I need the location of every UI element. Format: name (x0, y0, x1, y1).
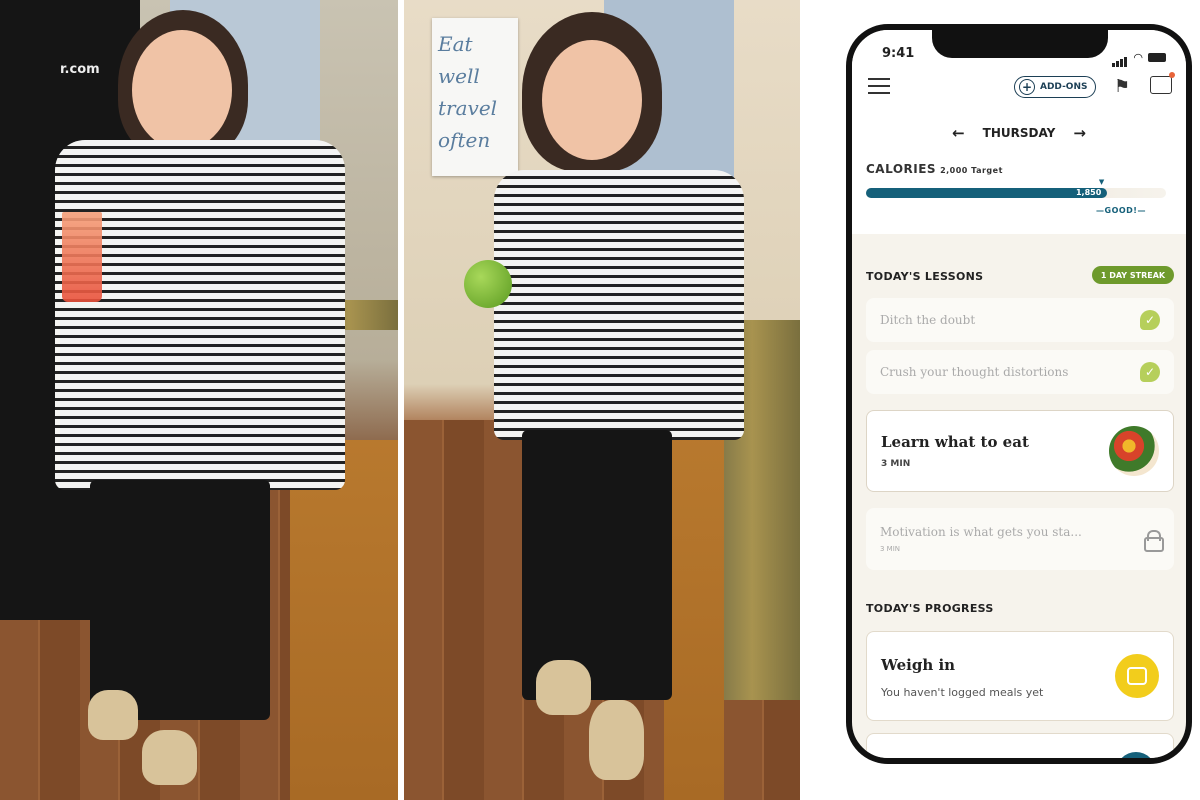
lesson-item-current[interactable]: Learn what to eat 3 MIN (866, 410, 1174, 492)
sign-line: often (438, 128, 491, 152)
face (132, 30, 232, 150)
sign-line: travel (438, 96, 498, 120)
hamburger-menu-icon[interactable] (868, 78, 890, 94)
sign-line: Eat (438, 32, 473, 56)
lessons-title: TODAY'S LESSONS (866, 270, 984, 283)
lesson-title: Crush your thought distortions (880, 365, 1069, 379)
lesson-title: Ditch the doubt (880, 313, 976, 327)
shirt-text: r.com (60, 62, 100, 77)
before-photo: r.com (0, 0, 398, 800)
chat-bubble-icon[interactable] (1150, 72, 1175, 94)
next-day-button[interactable]: → (1073, 124, 1086, 142)
calories-progress-bar: 1,850 ▼ (866, 178, 1166, 198)
lesson-item-locked[interactable]: Motivation is what gets you sta... 3 MIN (866, 508, 1174, 570)
calories-target: 2,000 Target (940, 166, 1003, 175)
add-ons-label: ADD-ONS (1040, 82, 1088, 92)
sign-line: well (438, 64, 480, 88)
lesson-item[interactable]: Crush your thought distortions ✓ (866, 350, 1174, 394)
calories-progress-fill: 1,850 (866, 188, 1108, 198)
striped-shirt (494, 170, 744, 440)
cabinet (290, 440, 398, 800)
face (542, 40, 642, 160)
lesson-title: Motivation is what gets you sta... (880, 525, 1082, 539)
slipper-right (589, 700, 644, 780)
weigh-in-subtitle: You haven't logged meals yet (881, 686, 1044, 699)
lesson-thumbnail-image (1109, 426, 1159, 476)
streak-badge: 1 DAY STREAK (1092, 266, 1174, 284)
lesson-duration: 3 MIN (881, 459, 911, 469)
phone-mockup: 9:41 ◠ + ADD-ONS ⚑ ← THURSDAY → CALORIES… (846, 24, 1192, 764)
battery-icon (1148, 53, 1166, 62)
phone-notch (932, 30, 1108, 58)
lesson-text: Motivation is what gets you sta... 3 MIN (880, 525, 1144, 553)
flag-icon[interactable]: ⚑ (1114, 76, 1130, 97)
lock-icon (1144, 530, 1164, 552)
cabinet (664, 430, 724, 800)
scale-button[interactable] (1115, 654, 1159, 698)
slipper-left (536, 660, 591, 715)
scale-icon (1127, 667, 1147, 685)
lesson-title: Learn what to eat (881, 433, 1029, 451)
status-time: 9:41 (882, 46, 915, 61)
wall-sign: Eat well travel often (432, 18, 518, 176)
lesson-text: Learn what to eat 3 MIN (881, 433, 1109, 469)
target-marker-icon: ▼ (1098, 178, 1105, 186)
wifi-icon: ◠ (1133, 51, 1143, 64)
lesson-item[interactable]: Ditch the doubt ✓ (866, 298, 1174, 342)
after-photo: Eat well travel often (404, 0, 800, 800)
progress-card[interactable] (866, 733, 1174, 758)
striped-shirt (55, 140, 345, 490)
calories-value: 1,850 (1075, 188, 1102, 197)
black-pants (522, 430, 672, 700)
progress-title: TODAY'S PROGRESS (866, 602, 994, 615)
plus-circle-icon: + (1019, 79, 1035, 95)
slipper-right (142, 730, 197, 785)
drink-glass (62, 212, 102, 302)
slipper-left (88, 690, 138, 740)
lesson-duration: 3 MIN (880, 545, 901, 553)
day-label: THURSDAY (982, 126, 1056, 140)
day-navigator: ← THURSDAY → (852, 124, 1186, 142)
calories-status: —GOOD!— (1096, 206, 1146, 215)
calories-title: CALORIES (866, 162, 937, 176)
system-icons: ◠ (1112, 48, 1166, 67)
black-pants (90, 480, 270, 720)
signal-icon (1112, 48, 1128, 67)
prev-day-button[interactable]: ← (952, 124, 965, 142)
green-apple (464, 260, 512, 308)
check-icon: ✓ (1140, 362, 1160, 382)
add-ons-button[interactable]: + ADD-ONS (1014, 76, 1096, 98)
calories-label: CALORIES 2,000 Target (866, 162, 1003, 176)
weigh-in-card[interactable]: Weigh in You haven't logged meals yet (866, 631, 1174, 721)
check-icon: ✓ (1140, 310, 1160, 330)
